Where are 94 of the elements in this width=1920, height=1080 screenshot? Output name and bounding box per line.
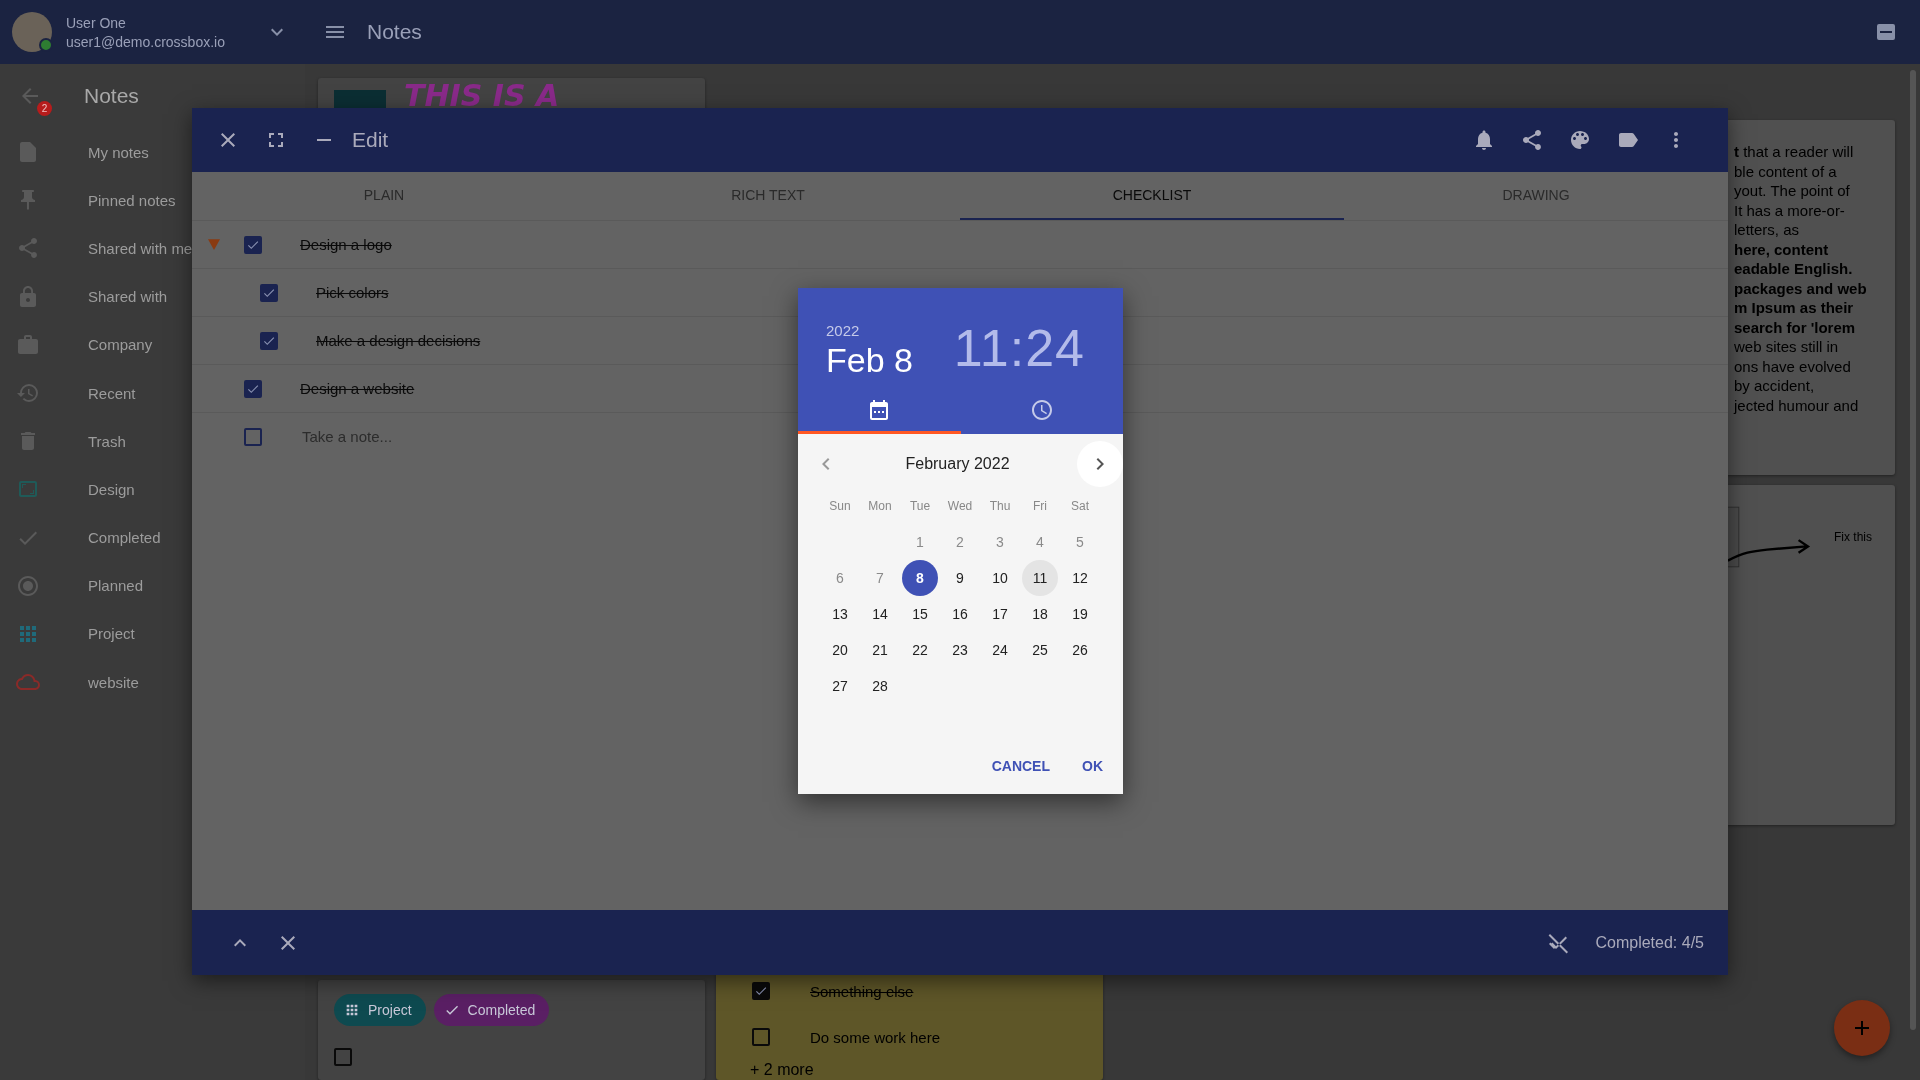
cancel-button[interactable]: CANCEL	[979, 748, 1062, 784]
note-text-line: search for 'lorem	[1734, 317, 1857, 337]
user-email: user1@demo.crossbox.io	[66, 33, 226, 50]
checkbox[interactable]	[334, 1048, 352, 1066]
calendar-day[interactable]: 28	[862, 668, 898, 704]
calendar-day[interactable]: 16	[942, 596, 978, 632]
calendar-day[interactable]: 14	[862, 596, 898, 632]
calendar-day[interactable]: 22	[902, 632, 938, 668]
sidebar-item[interactable]: Shared with	[0, 272, 305, 321]
note-text-line: It has a more-or-	[1734, 200, 1846, 220]
page-title: Notes	[367, 20, 423, 44]
weekday-label: Thu	[988, 498, 1012, 515]
weekday-label: Sat	[1070, 498, 1090, 515]
scrollbar[interactable]	[1910, 70, 1916, 1030]
weekday-label: Mon	[867, 498, 893, 515]
sidebar-item[interactable]: website	[0, 658, 305, 707]
user-name: User One	[66, 14, 127, 31]
checkbox[interactable]	[260, 283, 278, 302]
weekday-label: Fri	[1032, 498, 1048, 515]
checklist-item-text: Design a website	[300, 380, 415, 397]
checklist-item-text: Design a logo	[300, 236, 392, 253]
month-label: February 2022	[905, 455, 1010, 473]
weekday-label: Wed	[946, 498, 974, 515]
note-text-line: web sites still in	[1734, 337, 1840, 357]
handwritten-text: THIS IS A	[404, 78, 560, 113]
editor-tab[interactable]: CHECKLIST	[960, 172, 1344, 220]
note-text-line: eadable English.	[1734, 259, 1854, 279]
calendar-day[interactable]: 9	[942, 560, 978, 596]
weekday-label: Sun	[828, 498, 852, 515]
checkbox[interactable]	[244, 379, 262, 398]
sketch-caption: Fix this	[1834, 530, 1872, 544]
note-text-line: packages and web	[1734, 278, 1868, 298]
ok-button[interactable]: OK	[1070, 748, 1115, 784]
avatar[interactable]	[12, 12, 52, 52]
note-text-line: by accident,	[1734, 376, 1816, 396]
more-link[interactable]: + 2 more	[750, 1060, 1083, 1080]
notification-badge: 2	[37, 101, 52, 116]
tag-chip[interactable]: Project	[334, 994, 426, 1026]
calendar-day[interactable]: 26	[1062, 632, 1098, 668]
sidebar-item[interactable]: Company	[0, 320, 305, 369]
note-text-line: letters, as	[1734, 220, 1801, 240]
note-card[interactable]: Project Completed	[318, 980, 705, 1080]
date-label[interactable]: Feb 8	[826, 341, 913, 380]
note-text-line: ble content of a	[1734, 161, 1838, 181]
note-text-line: ons have evolved	[1734, 356, 1852, 376]
editor-tab[interactable]: RICH TEXT	[576, 172, 960, 220]
radio-icon	[16, 573, 40, 598]
checklist-item-text: Do some work here	[810, 1028, 941, 1046]
note-text-line: m Ipsum as their	[1734, 298, 1855, 318]
time-label[interactable]: 11:24	[953, 322, 1085, 374]
year-label[interactable]: 2022	[826, 322, 913, 339]
checklist-item-text: Pick colors	[316, 284, 389, 301]
calendar-day[interactable]: 15	[902, 596, 938, 632]
checkbox[interactable]	[244, 427, 262, 446]
calendar-day[interactable]: 24	[982, 632, 1018, 668]
sidebar-item[interactable]: Design	[0, 465, 305, 514]
calendar-day[interactable]: 23	[942, 632, 978, 668]
clock-icon	[1029, 397, 1054, 422]
calendar-day[interactable]: 25	[1022, 632, 1058, 668]
checkbox[interactable]	[260, 331, 278, 350]
editor-tab[interactable]: DRAWING	[1344, 172, 1728, 220]
share-icon[interactable]	[1520, 128, 1544, 152]
sidebar-item[interactable]: Planned	[0, 561, 305, 610]
calendar-day[interactable]: 11	[1022, 560, 1058, 596]
palette-icon[interactable]	[1568, 128, 1592, 152]
calendar-day[interactable]: 19	[1062, 596, 1098, 632]
calendar-day[interactable]: 27	[822, 668, 858, 704]
calendar-day[interactable]: 18	[1022, 596, 1058, 632]
note-text-line: t that a reader will	[1734, 142, 1855, 162]
sidebar-title: Notes	[84, 84, 139, 108]
grid-icon	[344, 1002, 360, 1018]
calendar-day[interactable]: 12	[1062, 560, 1098, 596]
weekday-label: Tue	[908, 498, 932, 515]
calendar-day[interactable]: 13	[822, 596, 858, 632]
sidebar-item[interactable]: Project	[0, 609, 305, 659]
calendar-day[interactable]: 21	[862, 632, 898, 668]
calendar-day[interactable]: 20	[822, 632, 858, 668]
note-text-line: here, content	[1734, 239, 1830, 259]
calendar-day[interactable]: 17	[982, 596, 1018, 632]
checklist-item-text: Make a design decisions	[316, 332, 481, 349]
calendar-day[interactable]: 8	[902, 560, 938, 596]
completion-status: Completed: 4/5	[1595, 933, 1704, 952]
briefcase-icon	[16, 332, 40, 357]
dialog-title: Edit	[352, 128, 389, 152]
note-text-line: yout. The point of	[1734, 181, 1851, 201]
tag-chip[interactable]: Completed	[433, 994, 550, 1026]
checklist-item-text: Something else	[810, 982, 914, 1000]
note-text-line: jected humour and	[1734, 395, 1860, 415]
share-icon	[16, 236, 40, 261]
sidebar-item[interactable]: Completed	[0, 513, 305, 562]
checkbox[interactable]	[244, 235, 262, 254]
calendar-day[interactable]: 10	[982, 560, 1018, 596]
checkbox[interactable]	[752, 1028, 770, 1046]
checkbox[interactable]	[752, 982, 770, 1000]
